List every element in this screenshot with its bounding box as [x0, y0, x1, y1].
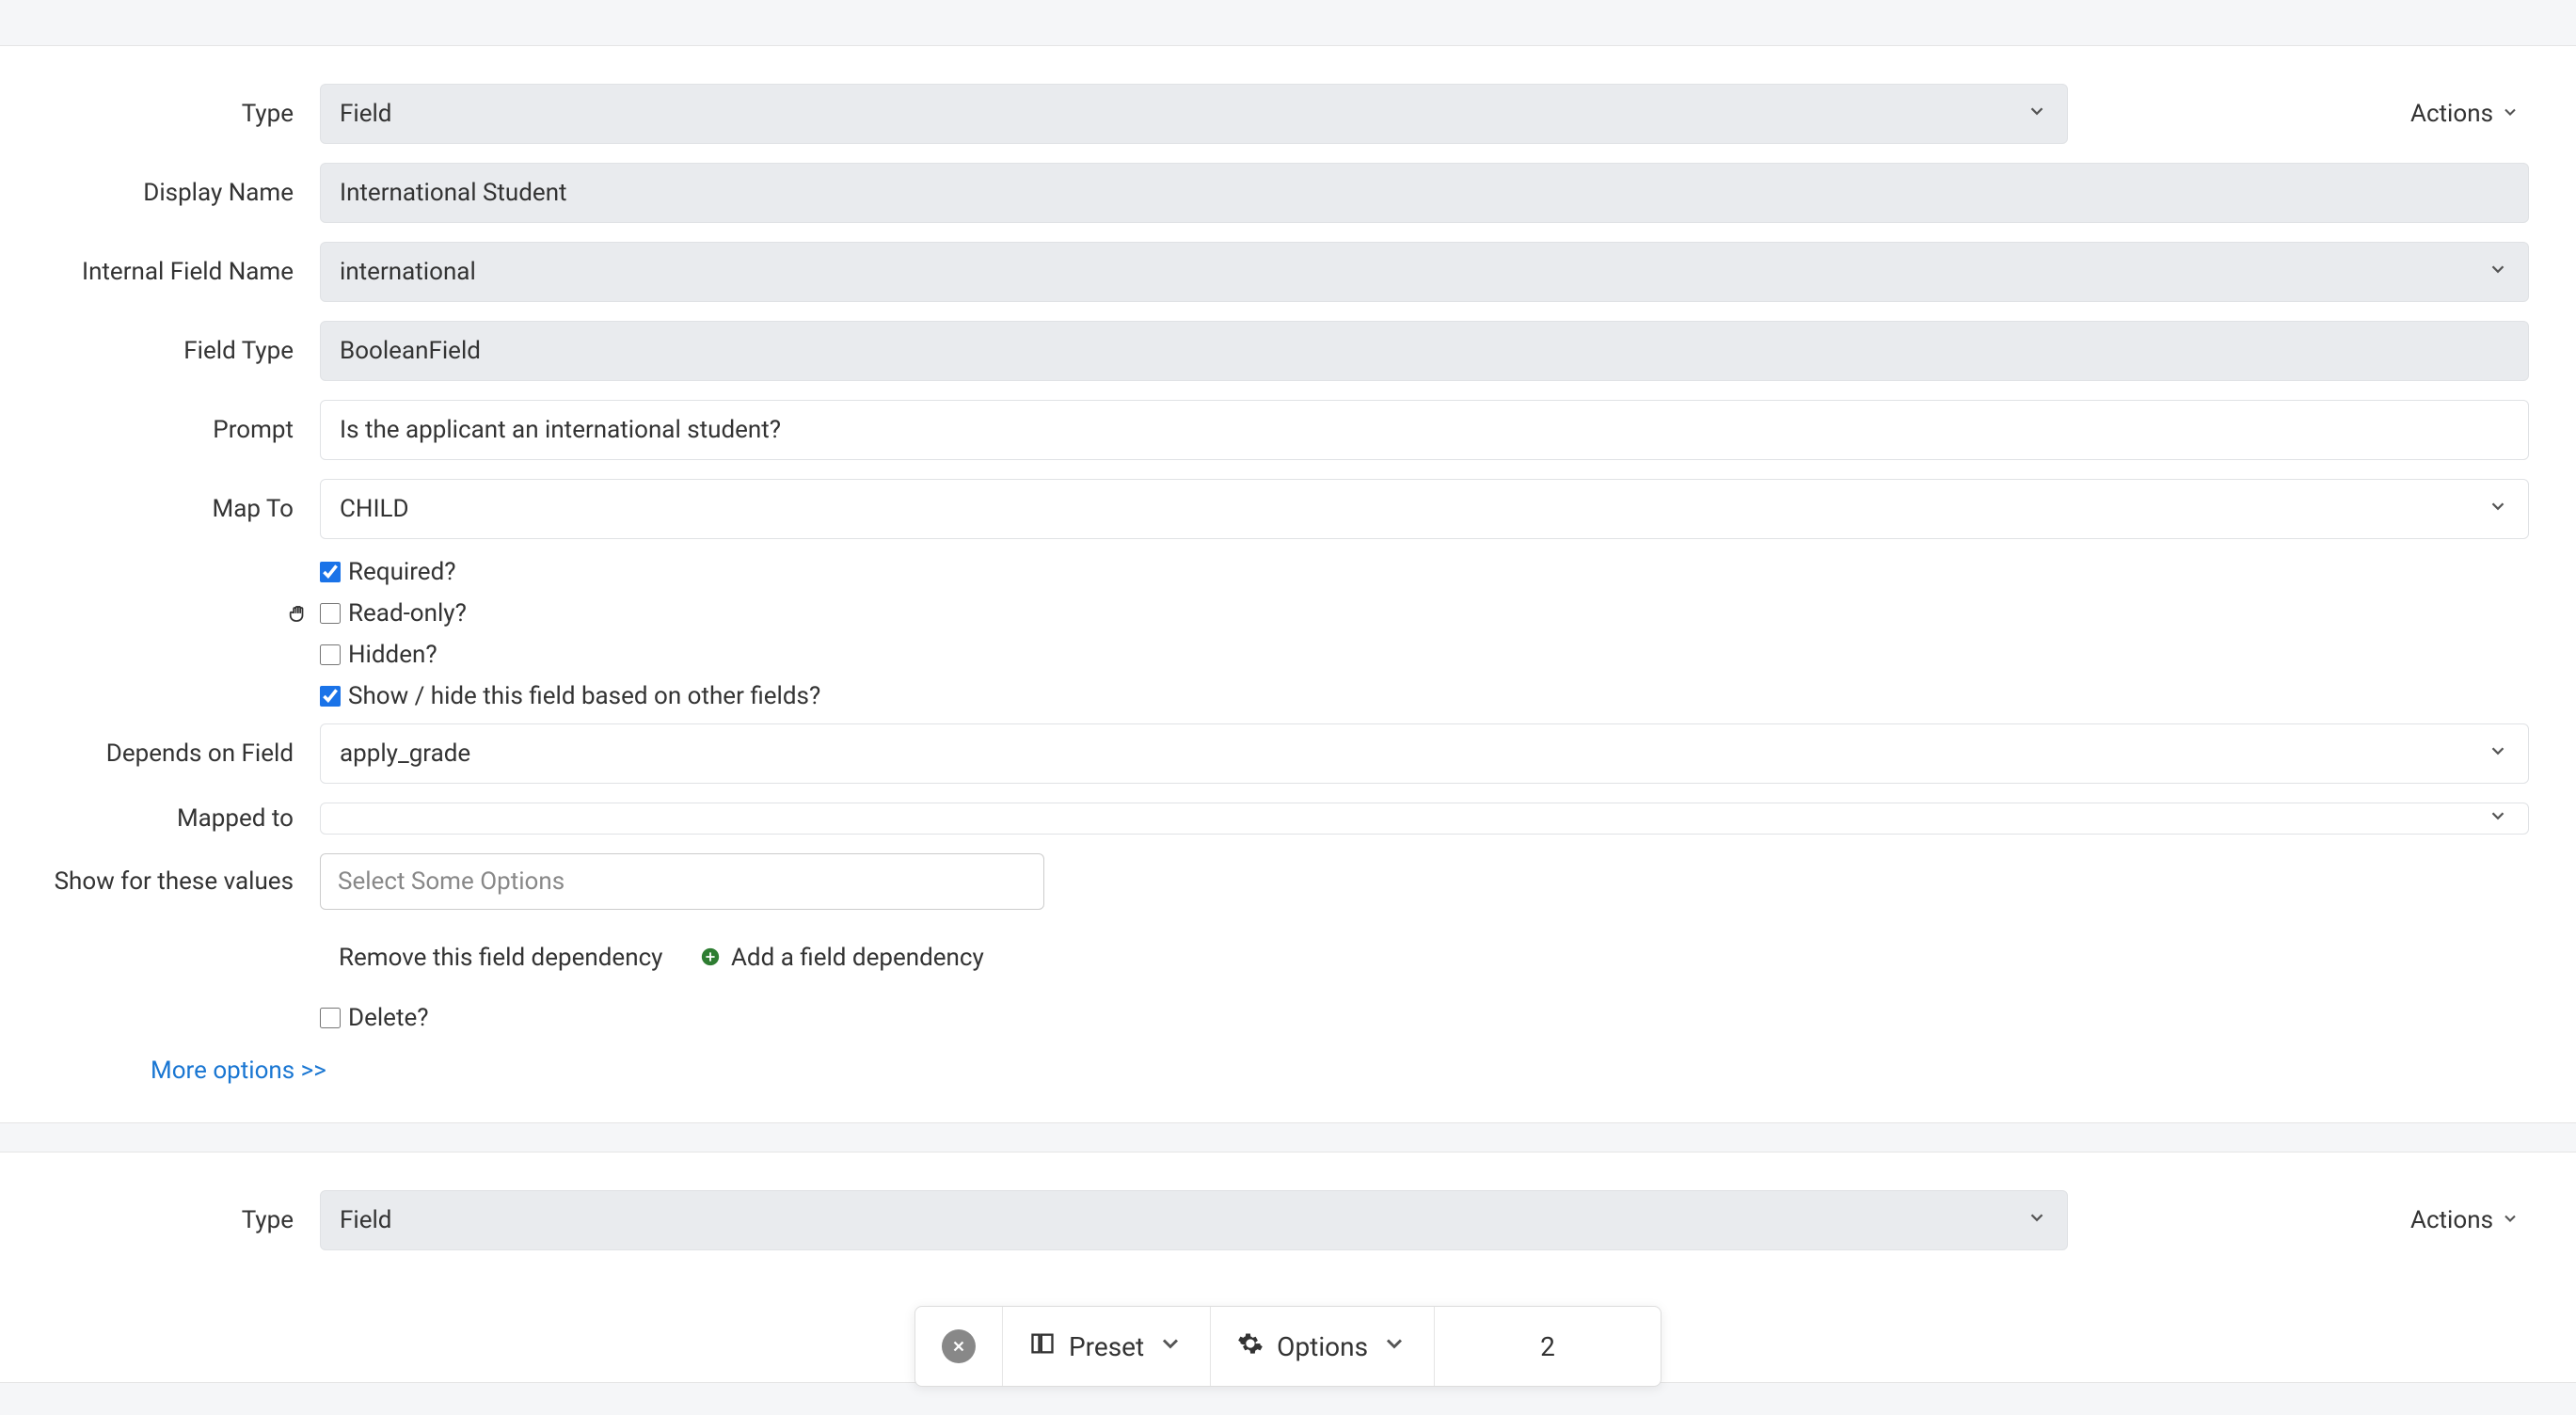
- toolbar-preset-button[interactable]: Preset: [1003, 1307, 1211, 1386]
- type-select[interactable]: Field: [320, 84, 2068, 144]
- toolbar-options-button[interactable]: Options: [1211, 1307, 1435, 1386]
- prompt-label: Prompt: [47, 416, 320, 444]
- actions-label: Actions: [2410, 100, 2493, 128]
- internal-field-name-select[interactable]: international: [320, 242, 2529, 302]
- actions-dropdown[interactable]: Actions: [2410, 100, 2520, 128]
- type-label: Type: [47, 100, 320, 128]
- dependency-links-row: Remove this field dependency Add a field…: [47, 929, 2529, 991]
- field-type-label: Field Type: [47, 337, 320, 365]
- floating-toolbar: Preset Options 2: [914, 1306, 1662, 1387]
- chevron-down-icon: [1381, 1330, 1407, 1363]
- map-to-row: Map To CHILD: [47, 479, 2529, 539]
- depends-on-field-row: Depends on Field apply_grade: [47, 723, 2529, 784]
- preset-icon: [1029, 1330, 1056, 1363]
- map-to-select[interactable]: CHILD: [320, 479, 2529, 539]
- showhide-row: Show / hide this field based on other fi…: [47, 682, 2529, 710]
- required-row: Required?: [47, 558, 2529, 586]
- more-options-link[interactable]: More options >>: [151, 1057, 326, 1085]
- required-checkbox[interactable]: [320, 562, 341, 582]
- field-type-row: Field Type BooleanField: [47, 321, 2529, 381]
- type-label-2: Type: [47, 1206, 320, 1234]
- add-dependency-label: Add a field dependency: [731, 944, 984, 972]
- chevron-down-icon: [2501, 100, 2520, 128]
- preset-label: Preset: [1069, 1331, 1144, 1362]
- required-label: Required?: [348, 558, 456, 586]
- page-number: 2: [1540, 1331, 1555, 1362]
- readonly-row: Read-only?: [47, 599, 2529, 628]
- field-config-section-1: Type Field Actions Display Name Internat…: [0, 45, 2576, 1123]
- display-name-input[interactable]: International Student: [320, 163, 2529, 223]
- hidden-checkbox[interactable]: [320, 644, 341, 665]
- type-row: Type Field Actions: [47, 84, 2529, 144]
- actions-label-2: Actions: [2410, 1206, 2493, 1234]
- field-type-input: BooleanField: [320, 321, 2529, 381]
- type-select-2[interactable]: Field: [320, 1190, 2068, 1250]
- grab-cursor-icon: [286, 601, 312, 633]
- close-icon: [942, 1329, 976, 1363]
- show-for-values-multiselect[interactable]: Select Some Options: [320, 853, 1044, 910]
- gear-icon: [1237, 1330, 1264, 1363]
- map-to-label: Map To: [47, 495, 320, 523]
- show-for-values-row: Show for these values Select Some Option…: [47, 853, 2529, 910]
- mapped-to-row: Mapped to: [47, 803, 2529, 835]
- readonly-label: Read-only?: [348, 599, 467, 628]
- hidden-label: Hidden?: [348, 641, 437, 669]
- remove-dependency-link[interactable]: Remove this field dependency: [339, 944, 662, 972]
- showhide-label: Show / hide this field based on other fi…: [348, 682, 820, 710]
- delete-row: Delete?: [47, 1004, 2529, 1032]
- prompt-row: Prompt: [47, 400, 2529, 460]
- options-label: Options: [1277, 1331, 1368, 1362]
- display-name-label: Display Name: [47, 179, 320, 207]
- toolbar-page-indicator: 2: [1435, 1307, 1661, 1386]
- depends-on-field-label: Depends on Field: [47, 739, 320, 768]
- display-name-row: Display Name International Student: [47, 163, 2529, 223]
- readonly-checkbox[interactable]: [320, 603, 341, 624]
- add-dependency-link[interactable]: Add a field dependency: [700, 944, 983, 972]
- internal-field-name-label: Internal Field Name: [47, 258, 320, 286]
- delete-label: Delete?: [348, 1004, 429, 1032]
- prompt-input[interactable]: [320, 400, 2529, 460]
- chevron-down-icon: [1157, 1330, 1184, 1363]
- delete-checkbox[interactable]: [320, 1008, 341, 1028]
- type-row-2: Type Field Actions: [47, 1190, 2529, 1250]
- show-for-values-label: Show for these values: [47, 867, 320, 896]
- showhide-checkbox[interactable]: [320, 686, 341, 707]
- hidden-row: Hidden?: [47, 641, 2529, 669]
- toolbar-close-button[interactable]: [915, 1307, 1003, 1386]
- mapped-to-label: Mapped to: [47, 804, 320, 833]
- mapped-to-select[interactable]: [320, 803, 2529, 835]
- internal-field-name-row: Internal Field Name international: [47, 242, 2529, 302]
- chevron-down-icon: [2501, 1206, 2520, 1234]
- depends-on-field-select[interactable]: apply_grade: [320, 723, 2529, 784]
- actions-dropdown-2[interactable]: Actions: [2410, 1206, 2520, 1234]
- plus-circle-icon: [700, 944, 726, 972]
